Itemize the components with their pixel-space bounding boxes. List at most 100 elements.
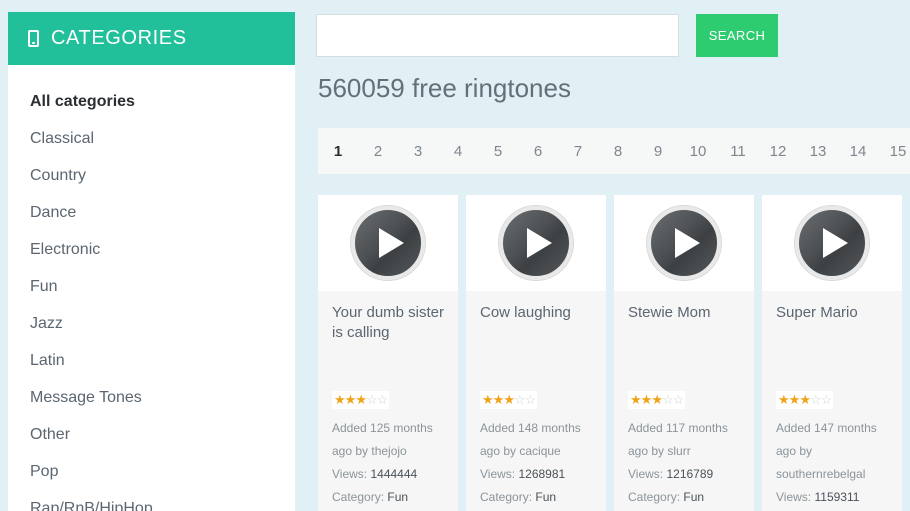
added-date: Added 125 months bbox=[332, 417, 444, 440]
ringtone-browser-page: CATEGORIES All categoriesClassicalCountr… bbox=[0, 0, 910, 511]
mobile-phone-icon bbox=[28, 30, 39, 47]
ringtone-thumbnail bbox=[762, 195, 902, 291]
rating-stars[interactable]: ★★★☆☆ bbox=[776, 391, 833, 409]
views-label: Views: bbox=[332, 467, 367, 481]
ringtone-title[interactable]: Cow laughing bbox=[466, 291, 606, 391]
play-triangle-glyph bbox=[823, 228, 848, 258]
star-filled-icon: ★ bbox=[334, 392, 345, 407]
views: Views: 1268981 bbox=[480, 463, 592, 486]
rating-stars[interactable]: ★★★☆☆ bbox=[628, 391, 685, 409]
pagination-page-3[interactable]: 3 bbox=[398, 143, 438, 160]
ringtone-thumbnail bbox=[318, 195, 458, 291]
sidebar-item-classical[interactable]: Classical bbox=[8, 120, 295, 157]
pagination-page-8[interactable]: 8 bbox=[598, 143, 638, 160]
views-value: 1216789 bbox=[666, 467, 713, 481]
sidebar-item-rap-rnb-hiphop[interactable]: Rap/RnB/HipHop bbox=[8, 490, 295, 511]
main-content: SEARCH 560059 free ringtones 12345678910… bbox=[316, 0, 910, 511]
sidebar-item-country[interactable]: Country bbox=[8, 157, 295, 194]
pagination-page-5[interactable]: 5 bbox=[478, 143, 518, 160]
views: Views: 1159311 bbox=[776, 486, 888, 509]
sidebar-item-message-tones[interactable]: Message Tones bbox=[8, 379, 295, 416]
sidebar-item-jazz[interactable]: Jazz bbox=[8, 305, 295, 342]
pagination-page-13[interactable]: 13 bbox=[798, 143, 838, 160]
category-value: Fun bbox=[387, 490, 408, 504]
pagination-page-6[interactable]: 6 bbox=[518, 143, 558, 160]
ringtone-thumbnail bbox=[466, 195, 606, 291]
category-label: Category: bbox=[332, 490, 384, 504]
views: Views: 1444444 bbox=[332, 463, 444, 486]
author: ago by thejojo bbox=[332, 440, 444, 463]
ringtone-meta: ★★★☆☆Added 117 monthsago by slurrViews: … bbox=[614, 391, 754, 511]
ringtone-title[interactable]: Stewie Mom bbox=[614, 291, 754, 391]
pagination-page-4[interactable]: 4 bbox=[438, 143, 478, 160]
views-value: 1444444 bbox=[370, 467, 417, 481]
rating-stars[interactable]: ★★★☆☆ bbox=[480, 391, 537, 409]
category-value: Fun bbox=[535, 490, 556, 504]
star-filled-icon: ★ bbox=[789, 392, 800, 407]
author: ago by bbox=[776, 440, 888, 463]
pagination-page-14[interactable]: 14 bbox=[838, 143, 878, 160]
sidebar-item-all-categories[interactable]: All categories bbox=[8, 83, 295, 120]
star-filled-icon: ★ bbox=[799, 392, 810, 407]
ringtone-card[interactable]: Stewie Mom★★★☆☆Added 117 monthsago by sl… bbox=[614, 195, 754, 511]
star-filled-icon: ★ bbox=[778, 392, 789, 407]
rating-stars[interactable]: ★★★☆☆ bbox=[332, 391, 389, 409]
ringtone-meta: ★★★☆☆Added 147 monthsago bysouthernrebel… bbox=[762, 391, 902, 511]
sidebar-item-other[interactable]: Other bbox=[8, 416, 295, 453]
star-filled-icon: ★ bbox=[651, 392, 662, 407]
star-empty-icon: ☆ bbox=[377, 392, 388, 407]
pagination-page-15[interactable]: 15 bbox=[878, 143, 910, 160]
ringtone-card-grid: Your dumb sister is calling★★★☆☆Added 12… bbox=[318, 195, 902, 511]
star-filled-icon: ★ bbox=[482, 392, 493, 407]
added-date: Added 117 months bbox=[628, 417, 740, 440]
play-triangle-glyph bbox=[527, 228, 552, 258]
star-filled-icon: ★ bbox=[630, 392, 641, 407]
sidebar-header: CATEGORIES bbox=[8, 12, 295, 65]
search-row: SEARCH bbox=[316, 14, 778, 57]
pagination-page-12[interactable]: 12 bbox=[758, 143, 798, 160]
ringtone-title[interactable]: Your dumb sister is calling bbox=[318, 291, 458, 391]
play-icon[interactable] bbox=[499, 206, 573, 280]
category-list: All categoriesClassicalCountryDanceElect… bbox=[8, 65, 295, 511]
added-date: Added 148 months bbox=[480, 417, 592, 440]
pagination-page-7[interactable]: 7 bbox=[558, 143, 598, 160]
ringtone-title[interactable]: Super Mario bbox=[762, 291, 902, 391]
star-empty-icon: ☆ bbox=[821, 392, 832, 407]
views-label: Views: bbox=[480, 467, 515, 481]
star-filled-icon: ★ bbox=[493, 392, 504, 407]
star-empty-icon: ☆ bbox=[662, 392, 673, 407]
pagination-page-11[interactable]: 11 bbox=[718, 143, 758, 160]
category: Category: Fun bbox=[480, 486, 592, 509]
ringtone-meta: ★★★☆☆Added 125 monthsago by thejojoViews… bbox=[318, 391, 458, 511]
author-name: southernrebelgal bbox=[776, 463, 888, 486]
author: ago by slurr bbox=[628, 440, 740, 463]
pagination: 123456789101112131415 bbox=[318, 128, 910, 174]
pagination-page-9[interactable]: 9 bbox=[638, 143, 678, 160]
play-icon[interactable] bbox=[351, 206, 425, 280]
category-value: Fun bbox=[683, 490, 704, 504]
ringtone-thumbnail bbox=[614, 195, 754, 291]
pagination-page-10[interactable]: 10 bbox=[678, 143, 718, 160]
sidebar-item-latin[interactable]: Latin bbox=[8, 342, 295, 379]
ringtone-card[interactable]: Cow laughing★★★☆☆Added 148 monthsago by … bbox=[466, 195, 606, 511]
categories-sidebar: CATEGORIES All categoriesClassicalCountr… bbox=[8, 12, 295, 511]
sidebar-item-electronic[interactable]: Electronic bbox=[8, 231, 295, 268]
views: Views: 1216789 bbox=[628, 463, 740, 486]
views-value: 1268981 bbox=[518, 467, 565, 481]
category-label: Category: bbox=[480, 490, 532, 504]
star-empty-icon: ☆ bbox=[810, 392, 821, 407]
play-icon[interactable] bbox=[647, 206, 721, 280]
play-icon[interactable] bbox=[795, 206, 869, 280]
search-button[interactable]: SEARCH bbox=[696, 14, 778, 57]
pagination-page-1[interactable]: 1 bbox=[318, 143, 358, 160]
sidebar-item-pop[interactable]: Pop bbox=[8, 453, 295, 490]
star-empty-icon: ☆ bbox=[673, 392, 684, 407]
pagination-page-2[interactable]: 2 bbox=[358, 143, 398, 160]
sidebar-item-dance[interactable]: Dance bbox=[8, 194, 295, 231]
search-input[interactable] bbox=[316, 14, 679, 57]
ringtone-card[interactable]: Super Mario★★★☆☆Added 147 monthsago byso… bbox=[762, 195, 902, 511]
ringtone-card[interactable]: Your dumb sister is calling★★★☆☆Added 12… bbox=[318, 195, 458, 511]
star-empty-icon: ☆ bbox=[366, 392, 377, 407]
sidebar-item-fun[interactable]: Fun bbox=[8, 268, 295, 305]
sidebar-title: CATEGORIES bbox=[51, 27, 187, 50]
